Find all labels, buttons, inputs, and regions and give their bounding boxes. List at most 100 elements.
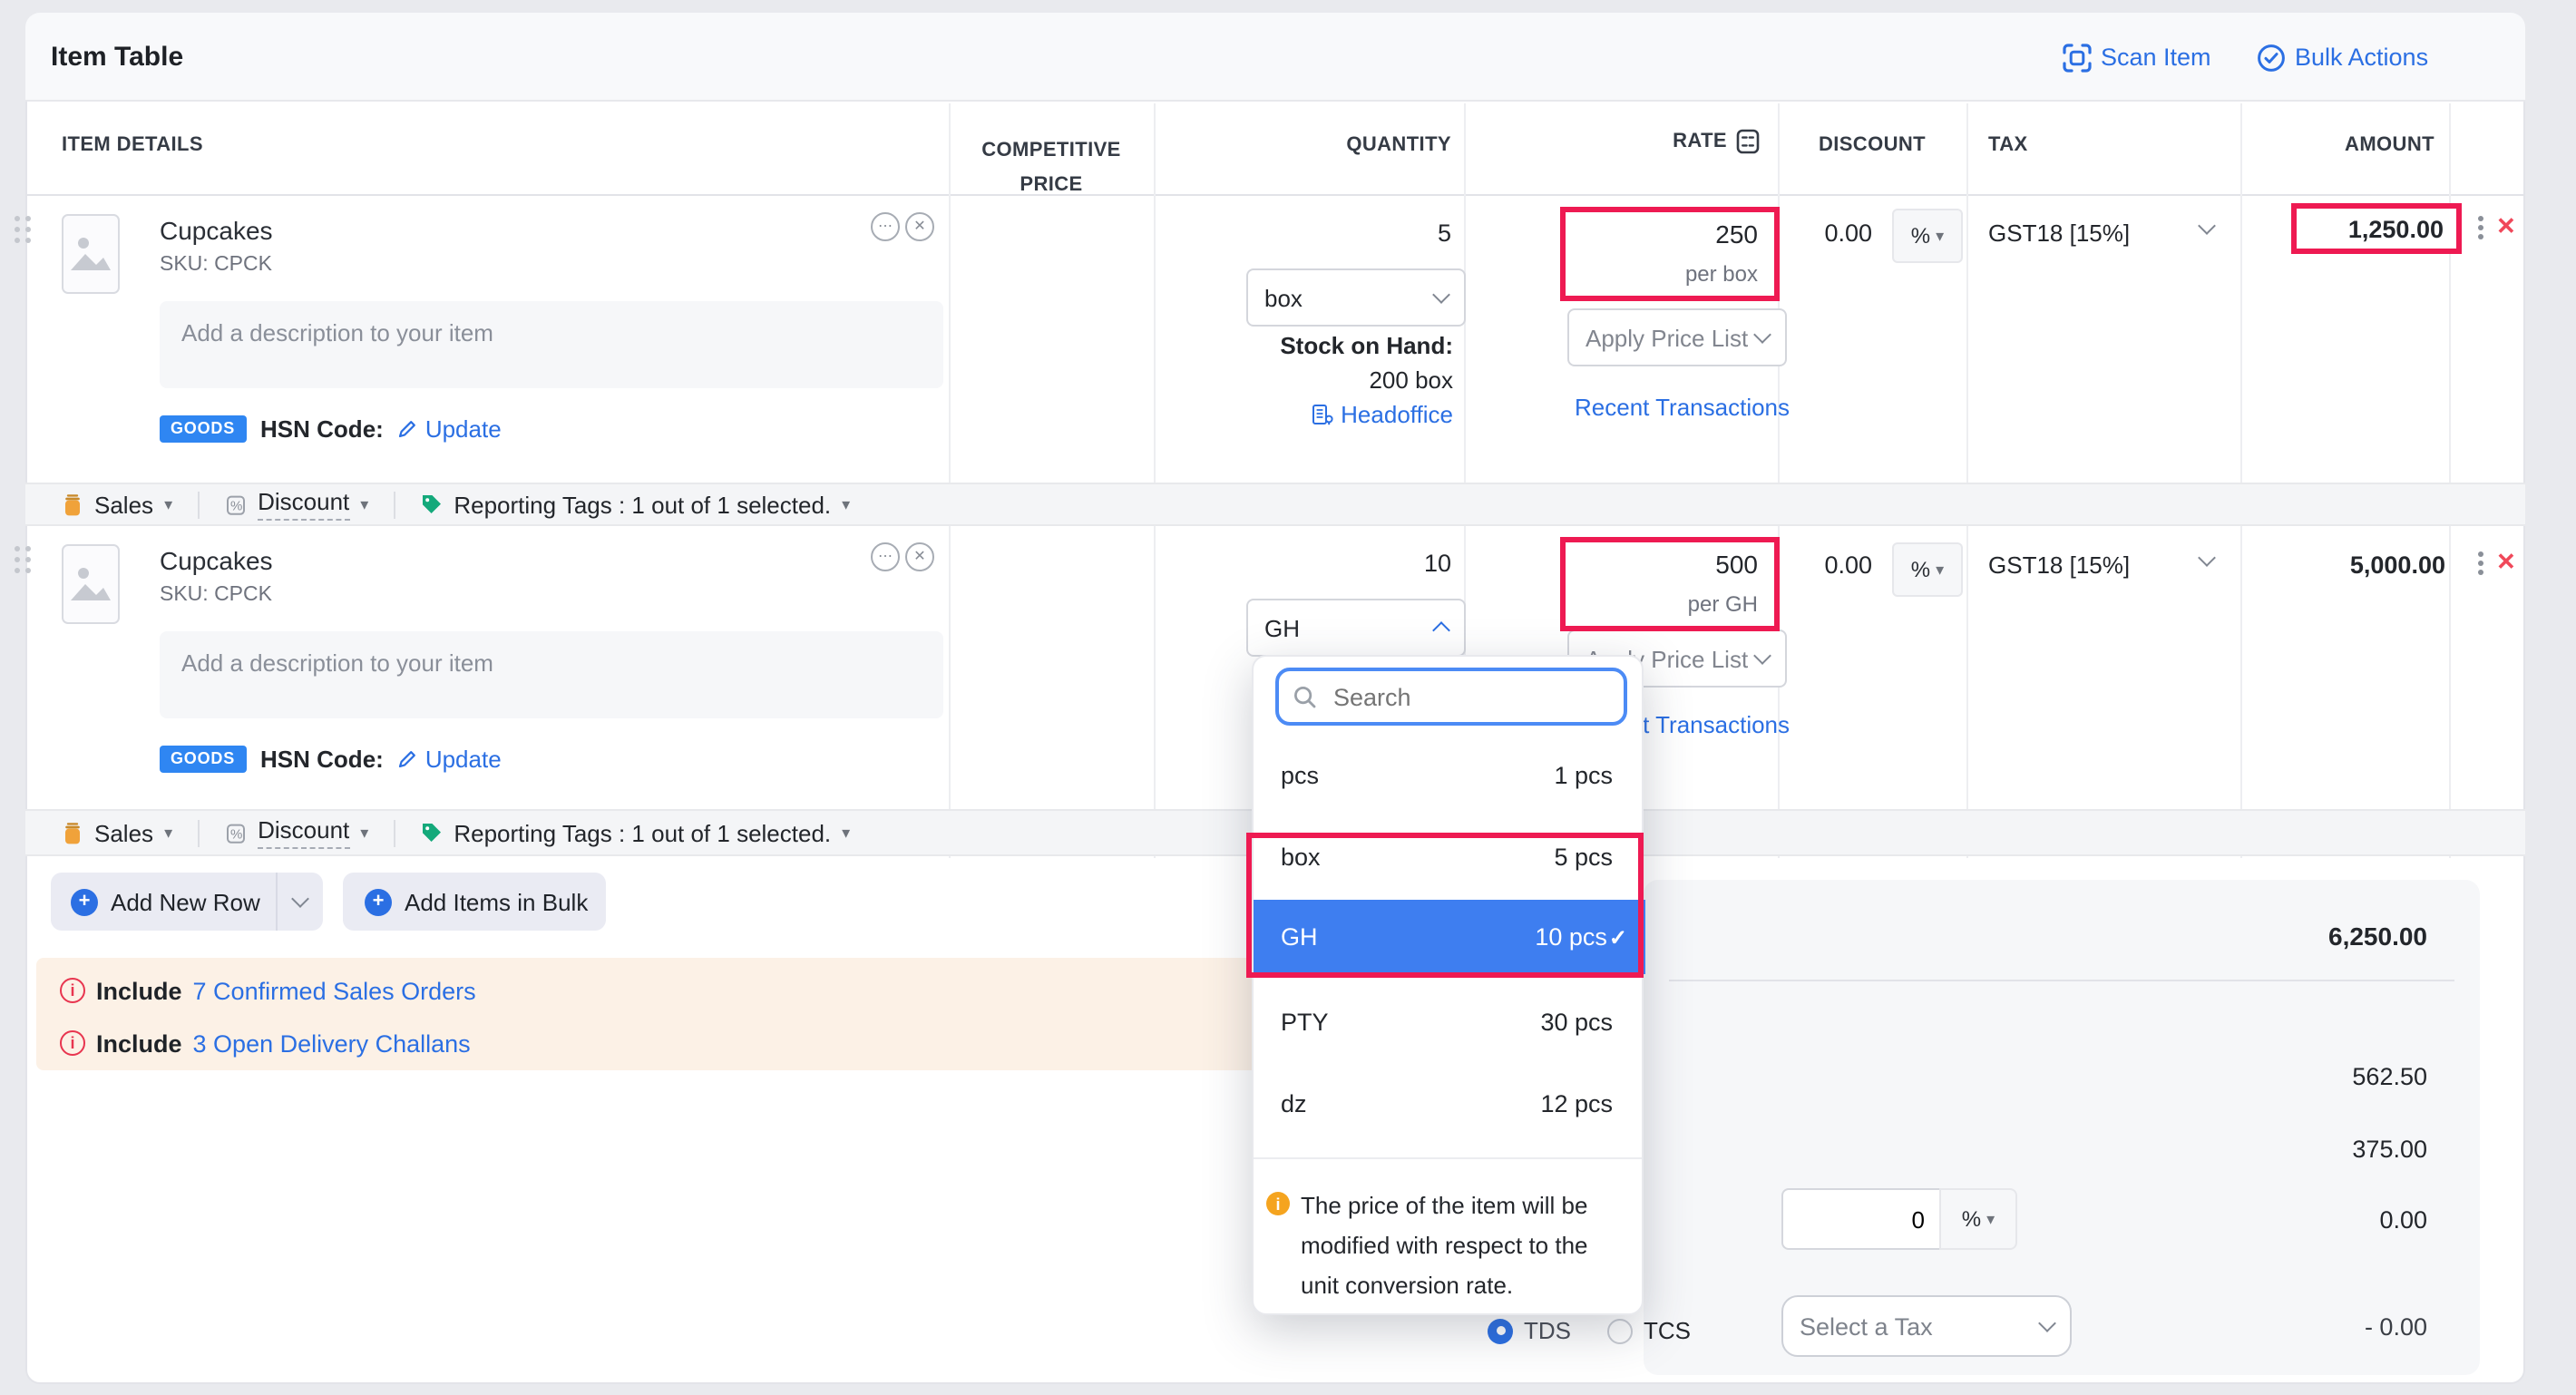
confirmed-sales-orders-link[interactable]: 7 Confirmed Sales Orders [193, 977, 476, 1004]
tax-select-value[interactable]: GST18 [15%] [1988, 219, 2130, 247]
quantity-value[interactable]: 10 [1234, 550, 1451, 577]
tds-amount: - 0.00 [2210, 1313, 2427, 1341]
chevron-down-icon [1432, 286, 1450, 304]
row-clear-icon[interactable]: ✕ [905, 542, 934, 571]
sales-dropdown[interactable]: Sales [94, 491, 153, 518]
item-type-badge: GOODS [160, 415, 246, 442]
recent-transactions-link[interactable]: Recent Transactions [1575, 394, 1790, 421]
caret-down-icon: ▾ [164, 823, 172, 843]
toolbar-divider [394, 819, 395, 846]
drag-handle[interactable] [15, 216, 20, 221]
close-icon: ✕ [913, 550, 925, 564]
price-list-select[interactable]: Apply Price List [1567, 308, 1787, 366]
add-new-row-caret[interactable] [278, 898, 323, 905]
dropdown-divider [1254, 1157, 1642, 1159]
item-name[interactable]: Cupcakes [160, 546, 273, 575]
add-new-row-button[interactable]: + Add New Row [51, 873, 323, 931]
discount-dropdown[interactable]: Discount [258, 488, 349, 521]
unit-select-open[interactable]: GH [1246, 599, 1466, 657]
unit-select-value: box [1264, 284, 1303, 311]
tax-select-dropdown[interactable]: Select a Tax [1781, 1295, 2072, 1357]
quantity-value[interactable]: 5 [1234, 219, 1451, 247]
notice-text: Include [96, 977, 182, 1004]
add-items-in-bulk-button[interactable]: + Add Items in Bulk [343, 873, 606, 931]
item-description-input[interactable] [160, 631, 943, 718]
sales-dropdown[interactable]: Sales [94, 819, 153, 846]
tax-select-value[interactable]: GST18 [15%] [1988, 551, 2130, 579]
item-image-placeholder[interactable] [62, 214, 120, 303]
row-menu-icon[interactable] [2478, 216, 2483, 221]
scan-item-button[interactable]: Scan Item [2063, 13, 2211, 102]
rate-input[interactable]: 500 [1715, 550, 1758, 579]
edit-pencil-icon [398, 418, 418, 438]
building-icon [1312, 403, 1333, 426]
row-more-icon[interactable]: ⋯ [871, 542, 900, 571]
sales-jar-icon [62, 493, 83, 516]
tcs-radio[interactable] [1607, 1318, 1633, 1343]
discount-unit-value: % [1911, 557, 1930, 582]
units-highlight-annotation [1246, 833, 1644, 978]
rate-highlight-annotation: 500 per GH [1560, 537, 1780, 631]
hsn-update-link[interactable]: Update [398, 415, 502, 442]
info-glyph: i [1275, 1195, 1280, 1213]
unit-dropdown-popup: pcs 1 pcs box 5 pcs GH 10 pcs ✓ PTY 30 p… [1252, 655, 1644, 1315]
unit-select-value: GH [1264, 614, 1300, 641]
item-description-input[interactable] [160, 301, 943, 388]
alert-glyph: i [70, 1034, 74, 1052]
alert-glyph: i [70, 981, 74, 1000]
svg-text:%: % [230, 826, 242, 842]
item-image-placeholder[interactable] [62, 544, 120, 633]
chevron-down-icon [2038, 1314, 2056, 1332]
tax-select-placeholder: Select a Tax [1800, 1312, 1933, 1340]
rate-settings-icon[interactable] [1736, 129, 1760, 154]
unit-option-conversion: 12 pcs [1468, 1090, 1613, 1117]
adjustment-unit-select[interactable]: % ▾ [1939, 1188, 2017, 1250]
unit-option-conversion: 30 pcs [1468, 1009, 1613, 1036]
discount-unit-select[interactable]: % ▾ [1892, 542, 1963, 597]
ellipsis-icon: ⋯ [878, 550, 893, 564]
toolbar-divider [198, 819, 200, 846]
row-clear-icon[interactable]: ✕ [905, 212, 934, 241]
column-header-item-details: ITEM DETAILS [62, 134, 203, 156]
discount-unit-select[interactable]: % ▾ [1892, 209, 1963, 263]
discount-dropdown[interactable]: Discount [258, 816, 349, 849]
plus-glyph: + [79, 892, 91, 912]
row-delete-icon[interactable]: ✕ [2496, 212, 2516, 241]
drag-handle[interactable] [15, 546, 20, 551]
tds-radio[interactable] [1488, 1318, 1513, 1343]
scan-icon [2063, 43, 2092, 72]
unit-option[interactable]: pcs [1281, 762, 1319, 789]
unit-option[interactable]: dz [1281, 1090, 1307, 1117]
warehouse-link[interactable]: Headoffice [1312, 401, 1453, 428]
unit-search-input[interactable] [1330, 681, 1609, 712]
unit-option[interactable]: PTY [1281, 1009, 1329, 1036]
adjustment-input[interactable] [1781, 1188, 1939, 1250]
unit-select[interactable]: box [1246, 268, 1466, 327]
discount-unit-value: % [1911, 223, 1930, 249]
reporting-tags-dropdown[interactable]: Reporting Tags : 1 out of 1 selected. [454, 491, 831, 518]
plus-icon: + [71, 888, 98, 915]
rate-input[interactable]: 250 [1715, 219, 1758, 249]
add-items-in-bulk-label: Add Items in Bulk [405, 888, 588, 915]
reporting-tags-dropdown[interactable]: Reporting Tags : 1 out of 1 selected. [454, 819, 831, 846]
notice-row: i Include 3 Open Delivery Challans [60, 1027, 471, 1059]
scan-item-label: Scan Item [2101, 44, 2211, 71]
row-menu-icon[interactable] [2478, 551, 2483, 557]
summary-divider [1669, 980, 2454, 981]
sales-jar-icon [62, 821, 83, 844]
row-delete-icon[interactable]: ✕ [2496, 548, 2516, 577]
amount-value: 5,000.00 [2246, 551, 2445, 579]
notice-text: Include [96, 1029, 182, 1057]
item-type-badge: GOODS [160, 745, 246, 772]
discount-badge-icon: % [225, 493, 247, 516]
open-delivery-challans-link[interactable]: 3 Open Delivery Challans [193, 1029, 471, 1057]
alert-info-icon: i [60, 1030, 85, 1056]
bulk-actions-button[interactable]: Bulk Actions [2257, 13, 2428, 102]
close-icon: ✕ [913, 219, 925, 234]
row-more-icon[interactable]: ⋯ [871, 212, 900, 241]
column-header-rate: RATE [1673, 131, 1727, 152]
summary-total: 6,250.00 [2210, 922, 2427, 951]
item-name[interactable]: Cupcakes [160, 216, 273, 245]
hsn-update-link[interactable]: Update [398, 745, 502, 772]
info-icon: i [1266, 1192, 1290, 1215]
